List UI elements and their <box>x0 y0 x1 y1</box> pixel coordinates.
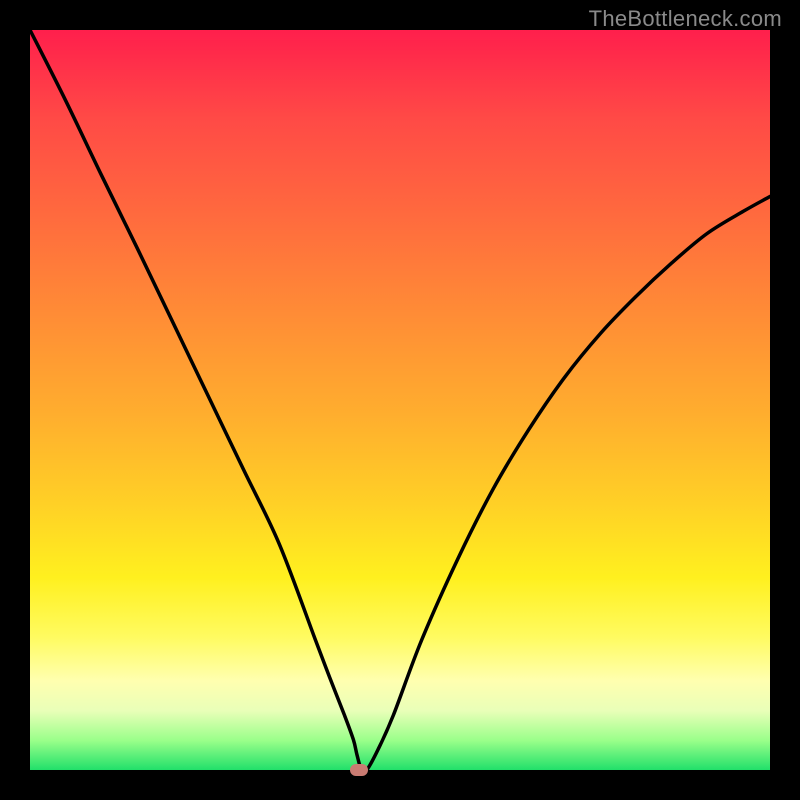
chart-frame: TheBottleneck.com <box>0 0 800 800</box>
minimum-marker <box>350 764 368 776</box>
bottleneck-curve <box>30 30 770 770</box>
plot-area <box>30 30 770 770</box>
watermark-label: TheBottleneck.com <box>589 6 782 32</box>
